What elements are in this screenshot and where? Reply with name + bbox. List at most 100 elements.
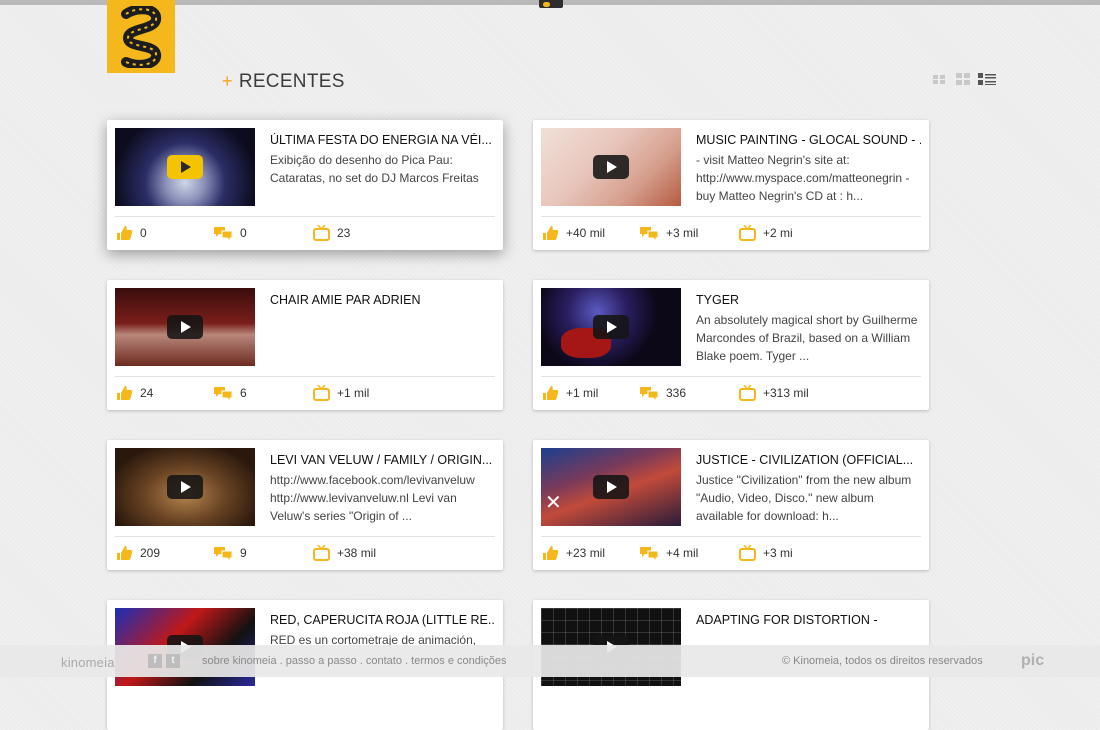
- likes-count: +23 mil: [566, 546, 606, 560]
- views-stat[interactable]: +38 mil: [313, 544, 376, 562]
- top-toggle[interactable]: [539, 0, 563, 8]
- toggle-dot-icon: [543, 2, 550, 7]
- divider: [541, 376, 921, 377]
- video-title[interactable]: ADAPTING FOR DISTORTION -: [696, 613, 921, 627]
- video-description: http://www.facebook.com/levivanveluw htt…: [270, 473, 475, 523]
- video-thumbnail[interactable]: [115, 448, 255, 526]
- footer-link-contact[interactable]: contato: [366, 655, 402, 667]
- video-title[interactable]: JUSTICE - CIVILIZATION (OFFICIAL...: [696, 453, 921, 467]
- divider: [115, 536, 495, 537]
- comments-stat[interactable]: 0: [213, 224, 247, 242]
- likes-stat[interactable]: 209: [115, 544, 160, 562]
- speech-bubbles-icon: [640, 227, 659, 241]
- comments-count: 0: [240, 226, 247, 240]
- comments-count: 9: [240, 546, 247, 560]
- speech-bubbles-icon: [640, 547, 659, 561]
- video-title[interactable]: LEVI VAN VELUW / FAMILY / ORIGIN...: [270, 453, 495, 467]
- play-button-icon[interactable]: [167, 475, 203, 499]
- kinomeia-logo[interactable]: [107, 0, 175, 73]
- view-list-icon[interactable]: [978, 72, 996, 85]
- footer-link-about[interactable]: sobre kinomeia: [202, 655, 277, 667]
- footer-links: sobre kinomeia . passo a passo . contato…: [202, 655, 507, 667]
- play-button-icon[interactable]: [593, 315, 629, 339]
- video-card[interactable]: MUSIC PAINTING - GLOCAL SOUND - ... - vi…: [533, 120, 929, 250]
- thumbs-up-icon: [117, 226, 133, 240]
- speech-bubbles-icon: [640, 387, 659, 401]
- comments-count: 6: [240, 386, 247, 400]
- comments-stat[interactable]: +4 mil: [639, 544, 698, 562]
- video-thumbnail[interactable]: [115, 288, 255, 366]
- film-strip-logo-icon: [121, 6, 162, 68]
- tv-icon: [739, 225, 756, 241]
- footer-brand[interactable]: kinomeia: [61, 655, 115, 670]
- play-button-icon[interactable]: [593, 155, 629, 179]
- play-button-icon[interactable]: [167, 155, 203, 179]
- video-title[interactable]: MUSIC PAINTING - GLOCAL SOUND - ...: [696, 133, 921, 147]
- video-thumbnail[interactable]: [115, 128, 255, 206]
- speech-bubbles-icon: [214, 227, 233, 241]
- comments-stat[interactable]: +3 mil: [639, 224, 698, 242]
- video-title[interactable]: TYGER: [696, 293, 921, 307]
- video-description: An absolutely magical short by Guilherme…: [696, 313, 918, 363]
- comments-stat[interactable]: 9: [213, 544, 247, 562]
- views-count: +2 mi: [763, 226, 793, 240]
- copyright-text: © Kinomeia, todos os direitos reservados: [782, 655, 983, 667]
- divider: [115, 376, 495, 377]
- video-card[interactable]: ÚLTIMA FESTA DO ENERGIA NA VÉI... Exibiç…: [107, 120, 503, 250]
- footer-separator: .: [356, 655, 366, 667]
- thumbs-up-icon: [543, 546, 559, 560]
- views-stat[interactable]: 23: [313, 224, 350, 242]
- video-title[interactable]: ÚLTIMA FESTA DO ENERGIA NA VÉI...: [270, 133, 495, 147]
- footer-separator: .: [276, 655, 286, 667]
- views-stat[interactable]: +1 mil: [313, 384, 369, 402]
- likes-count: +1 mil: [566, 386, 599, 400]
- tv-icon: [739, 545, 756, 561]
- likes-stat[interactable]: 0: [115, 224, 147, 242]
- tv-icon: [739, 385, 756, 401]
- video-title[interactable]: RED, CAPERUCITA ROJA (LITTLE RE...: [270, 613, 495, 627]
- twitter-icon[interactable]: t: [166, 654, 180, 668]
- comments-count: +3 mil: [666, 226, 699, 240]
- video-thumbnail[interactable]: ✕: [541, 448, 681, 526]
- facebook-icon[interactable]: f: [148, 654, 162, 668]
- plus-icon: +: [222, 71, 233, 91]
- video-card[interactable]: CHAIR AMIE PAR ADRIEN 24 6 +1 mil: [107, 280, 503, 410]
- ed-banger-logo-icon: ✕: [545, 492, 562, 514]
- thumbs-up-icon: [117, 546, 133, 560]
- video-description: Exibição do desenho do Pica Pau: Catarat…: [270, 153, 479, 185]
- play-button-icon[interactable]: [593, 475, 629, 499]
- video-card[interactable]: ✕ JUSTICE - CIVILIZATION (OFFICIAL... Ju…: [533, 440, 929, 570]
- views-count: +313 mil: [763, 386, 809, 400]
- likes-count: 209: [140, 546, 161, 560]
- play-button-icon[interactable]: [167, 315, 203, 339]
- video-description: - visit Matteo Negrin's site at: http://…: [696, 153, 910, 203]
- video-title[interactable]: CHAIR AMIE PAR ADRIEN: [270, 293, 495, 307]
- views-count: +1 mil: [337, 386, 370, 400]
- thumbs-up-icon: [117, 386, 133, 400]
- video-card[interactable]: TYGER An absolutely magical short by Gui…: [533, 280, 929, 410]
- speech-bubbles-icon: [214, 387, 233, 401]
- likes-count: +40 mil: [566, 226, 606, 240]
- views-count: 23: [337, 226, 351, 240]
- likes-stat[interactable]: 24: [115, 384, 153, 402]
- views-stat[interactable]: +3 mi: [739, 544, 793, 562]
- footer: kinomeia f t sobre kinomeia . passo a pa…: [0, 645, 1100, 677]
- comments-stat[interactable]: 6: [213, 384, 247, 402]
- likes-stat[interactable]: +40 mil: [541, 224, 605, 242]
- view-large-grid-icon[interactable]: [955, 72, 971, 85]
- video-card[interactable]: LEVI VAN VELUW / FAMILY / ORIGIN... http…: [107, 440, 503, 570]
- video-thumbnail[interactable]: [541, 128, 681, 206]
- video-thumbnail[interactable]: [541, 288, 681, 366]
- likes-stat[interactable]: +23 mil: [541, 544, 605, 562]
- pic-logo[interactable]: pic: [1021, 652, 1044, 670]
- views-stat[interactable]: +2 mi: [739, 224, 793, 242]
- view-small-grid-icon[interactable]: [932, 72, 948, 84]
- section-title: RECENTES: [238, 71, 345, 92]
- tv-icon: [313, 545, 330, 561]
- footer-link-terms[interactable]: termos e condições: [411, 655, 506, 667]
- likes-stat[interactable]: +1 mil: [541, 384, 598, 402]
- views-stat[interactable]: +313 mil: [739, 384, 809, 402]
- comments-stat[interactable]: 336: [639, 384, 686, 402]
- thumbs-up-icon: [543, 226, 559, 240]
- footer-link-howto[interactable]: passo a passo: [286, 655, 357, 667]
